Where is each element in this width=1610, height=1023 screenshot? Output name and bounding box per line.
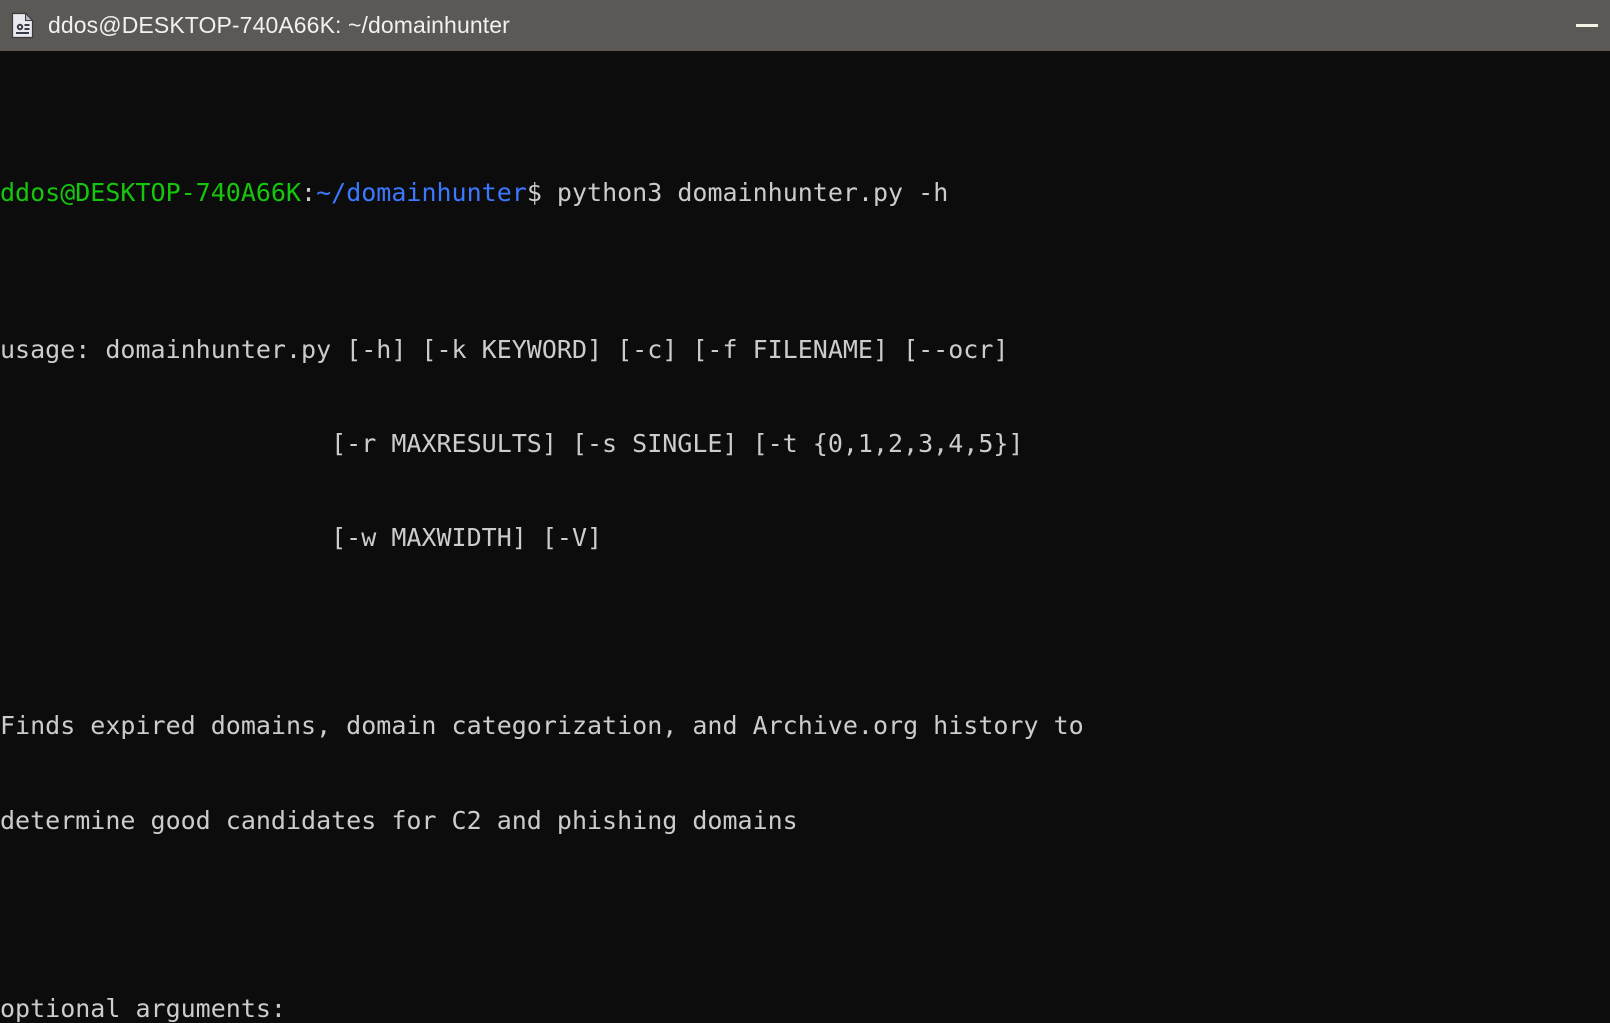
output-line: Finds expired domains, domain categoriza… bbox=[0, 711, 1084, 741]
prompt-command: python3 domainhunter.py -h bbox=[541, 177, 949, 207]
terminal-screen[interactable]: ddos@DESKTOP-740A66K:~/domainhunter$ pyt… bbox=[0, 51, 1610, 1023]
window-controls bbox=[1564, 0, 1610, 51]
output-line: usage: domainhunter.py [-h] [-k KEYWORD]… bbox=[0, 334, 1009, 364]
prompt-separator: : bbox=[301, 177, 317, 207]
output-line: [-r MAXRESULTS] [-s SINGLE] [-t {0,1,2,3… bbox=[0, 428, 1024, 458]
output-line: optional arguments: bbox=[0, 994, 286, 1023]
prompt-user-host: ddos@DESKTOP-740A66K bbox=[0, 177, 302, 207]
minimize-icon bbox=[1576, 24, 1598, 27]
terminal-text-buffer: ddos@DESKTOP-740A66K:~/domainhunter$ pyt… bbox=[0, 51, 1159, 1023]
minimize-button[interactable] bbox=[1564, 0, 1610, 51]
window-titlebar[interactable]: ddos@DESKTOP-740A66K: ~/domainhunter bbox=[0, 0, 1610, 51]
prompt-path: ~/domainhunter bbox=[316, 177, 527, 207]
output-line: determine good candidates for C2 and phi… bbox=[0, 805, 798, 835]
script-file-icon bbox=[11, 12, 34, 39]
window-title: ddos@DESKTOP-740A66K: ~/domainhunter bbox=[48, 12, 510, 38]
prompt-sigil: $ bbox=[526, 177, 542, 207]
prompt-line-top: ddos@DESKTOP-740A66K:~/domainhunter$ pyt… bbox=[0, 177, 1159, 208]
output-line: [-w MAXWIDTH] [-V] bbox=[0, 523, 603, 553]
